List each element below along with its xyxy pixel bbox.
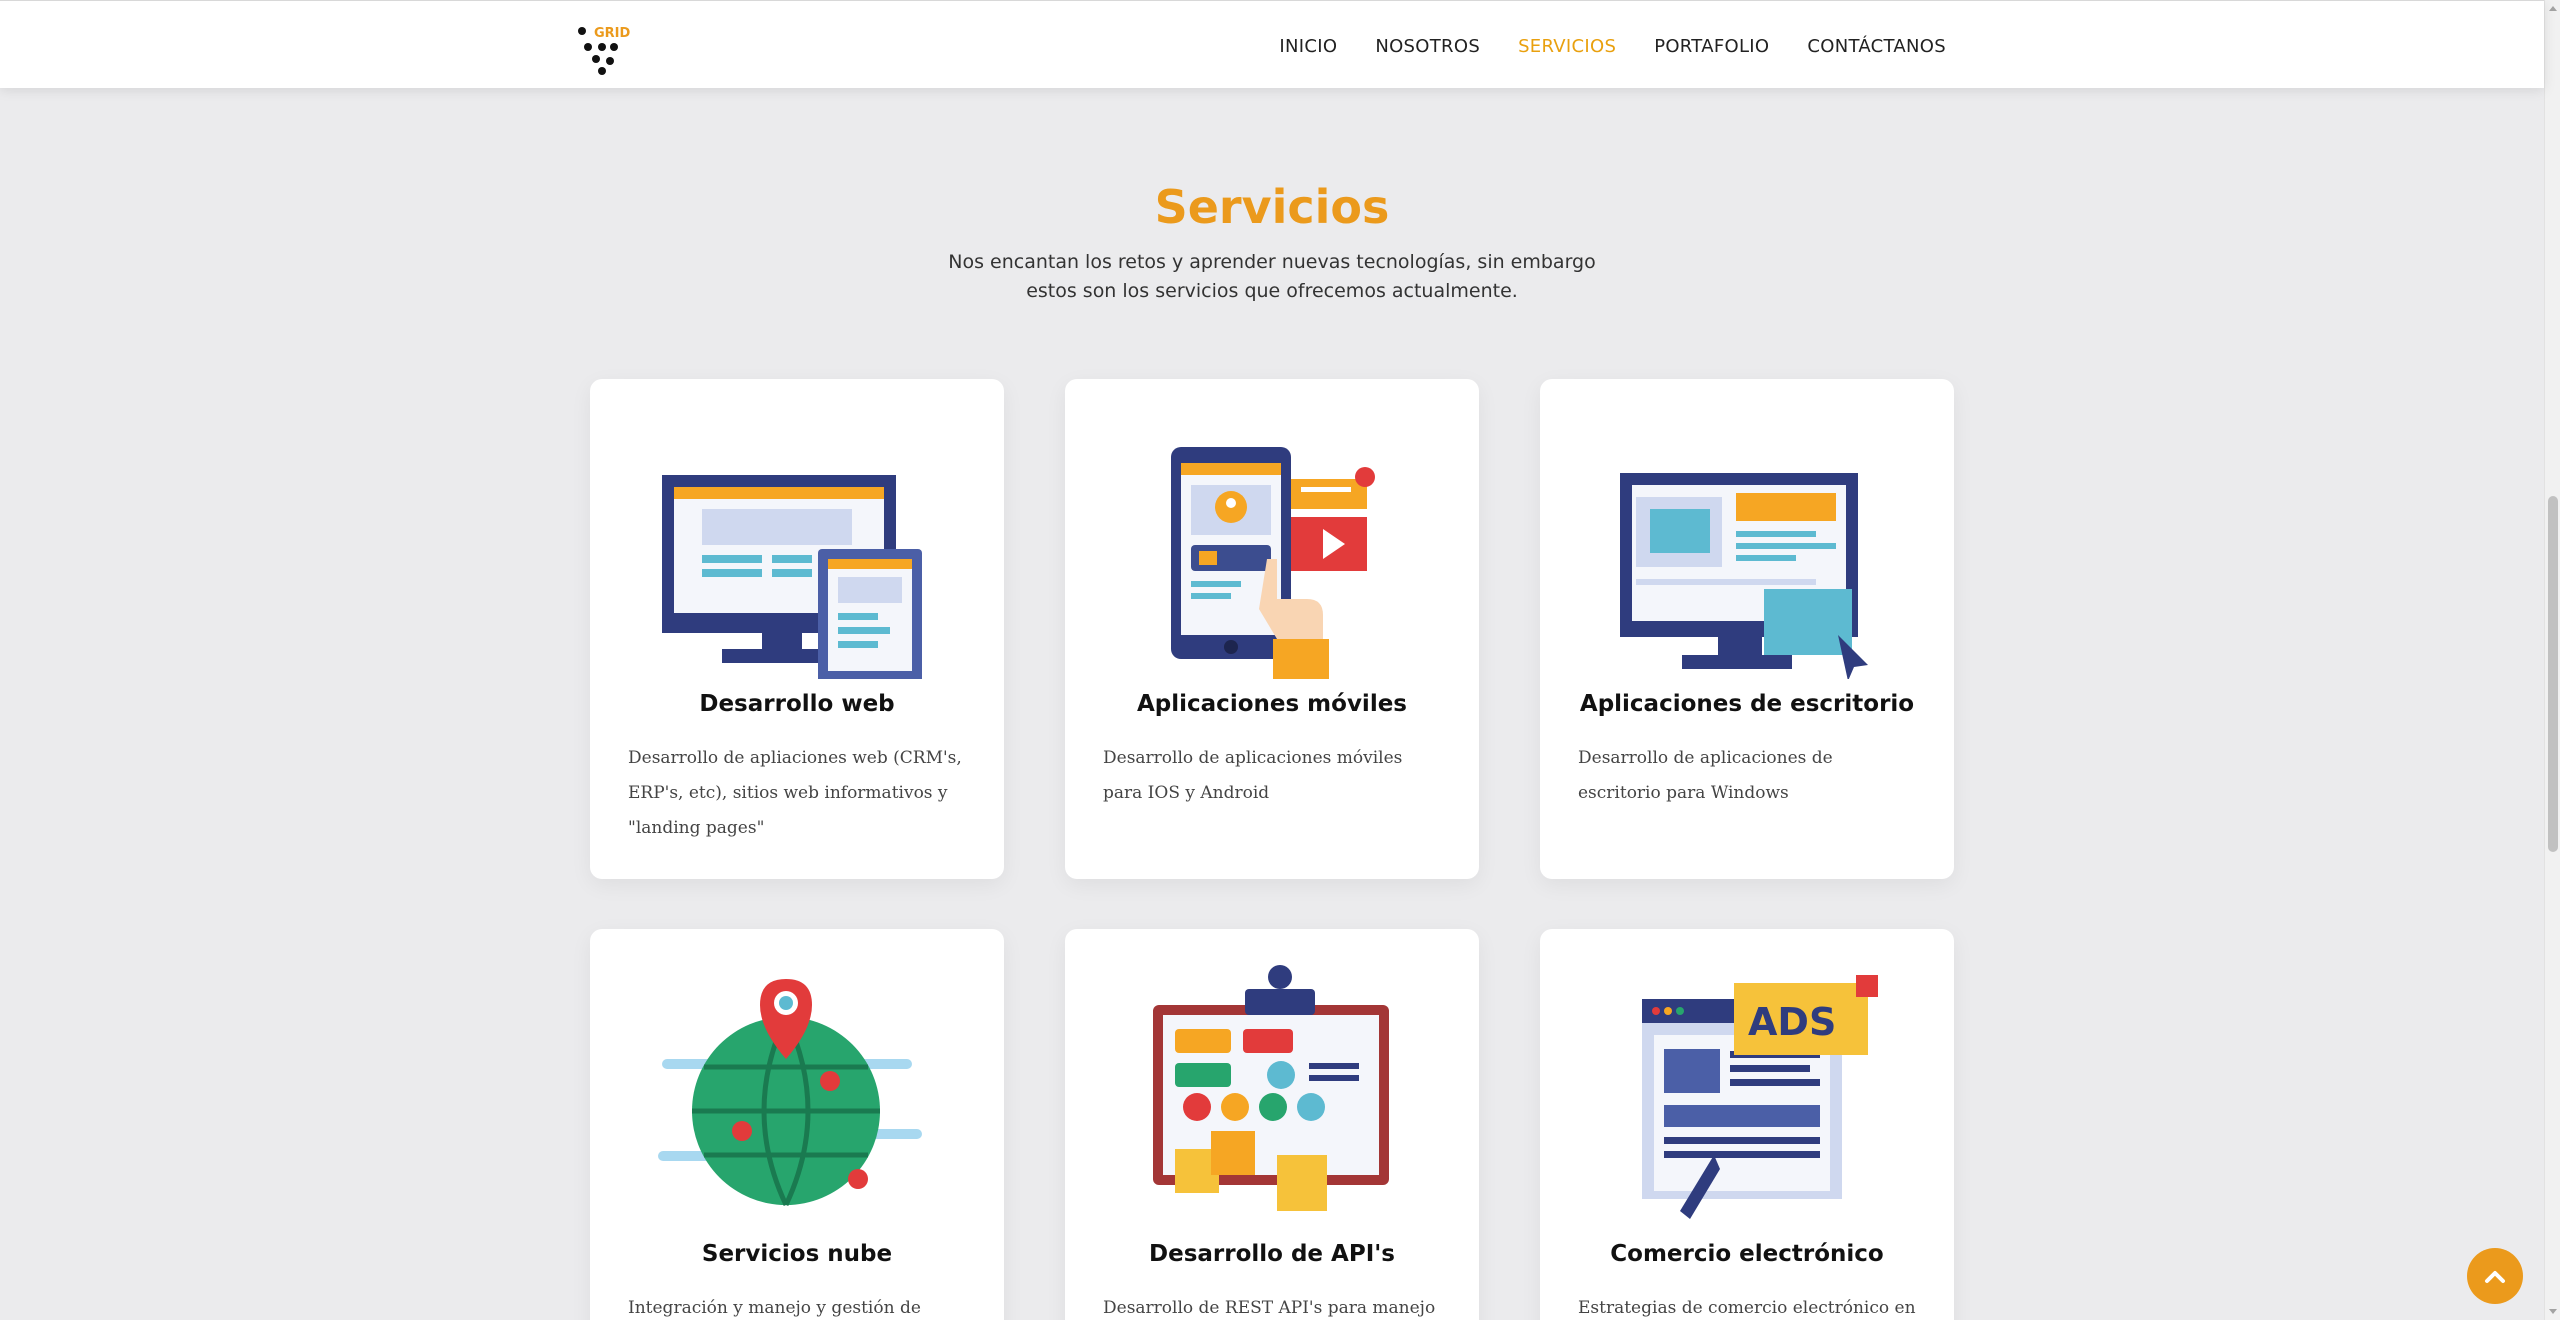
nav-portafolio[interactable]: PORTAFOLIO: [1654, 36, 1769, 57]
nav-contactanos[interactable]: CONTÁCTANOS: [1807, 36, 1946, 57]
card-title: Comercio electrónico: [1610, 1241, 1884, 1267]
api-development-illustration: [1153, 965, 1389, 1211]
logo-text: GRID: [594, 26, 631, 41]
card-description: Desarrollo de aplicaciones móviles para …: [1103, 748, 1403, 803]
service-card-mobile[interactable]: Aplicaciones móviles Desarrollo de aplic…: [1065, 379, 1479, 879]
card-description: Integración y manejo y gestión de servic…: [628, 1298, 921, 1318]
card-description: Desarrollo de aplicaciones de escritorio…: [1578, 748, 1833, 803]
service-card-cloud[interactable]: Servicios nube Integración y manejo y ge…: [590, 929, 1004, 1320]
desktop-apps-illustration: [1620, 473, 1868, 679]
service-card-desktop[interactable]: Aplicaciones de escritorio Desarrollo de…: [1540, 379, 1954, 879]
service-card-web[interactable]: Desarrollo web Desarrollo de apliaciones…: [590, 379, 1004, 879]
nav-inicio[interactable]: INICIO: [1279, 36, 1337, 57]
svg-text:ADS: ADS: [1748, 1000, 1836, 1044]
scroll-up-arrow-icon[interactable]: [2549, 6, 2557, 11]
section-title: Servicios: [1154, 180, 1390, 234]
nav-nosotros[interactable]: NOSOTROS: [1375, 36, 1480, 57]
cloud-services-illustration: [658, 979, 922, 1207]
section-subtitle: Nos encantan los retos y aprender nuevas…: [948, 251, 1596, 302]
card-description: Desarrollo de apliaciones web (CRM's, ER…: [628, 748, 962, 838]
mobile-apps-illustration: [1171, 447, 1375, 679]
service-card-api[interactable]: Desarrollo de API's Desarrollo de REST A…: [1065, 929, 1479, 1320]
card-title: Desarrollo de API's: [1149, 1241, 1395, 1267]
chevron-up-icon: [2485, 1271, 2505, 1283]
scroll-down-arrow-icon[interactable]: [2549, 1309, 2557, 1314]
card-title: Desarrollo web: [699, 691, 895, 717]
card-description: Estrategias de comercio electrónico en l…: [1578, 1298, 1916, 1318]
scrollbar-thumb[interactable]: [2548, 496, 2558, 852]
card-title: Aplicaciones móviles: [1137, 691, 1407, 717]
service-card-ecommerce[interactable]: ADS Comercio electrónico Estrategias de …: [1540, 929, 1954, 1320]
card-description: Desarrollo de REST API's para manejo de: [1103, 1298, 1436, 1318]
nav-servicios[interactable]: SERVICIOS: [1518, 36, 1616, 57]
ecommerce-illustration: ADS: [1642, 975, 1878, 1219]
card-title: Aplicaciones de escritorio: [1579, 691, 1915, 717]
web-development-illustration: [662, 475, 922, 679]
top-navbar: GRID INICIO NOSOTROS SERVICIOS PORTAFOLI…: [0, 0, 2544, 88]
page-scrollbar[interactable]: [2544, 0, 2560, 1320]
card-title: Servicios nube: [701, 1241, 893, 1267]
main-nav: INICIO NOSOTROS SERVICIOS PORTAFOLIO CON…: [1279, 29, 1946, 63]
scroll-to-top-button[interactable]: [2467, 1248, 2523, 1304]
grid-logo[interactable]: GRID: [574, 21, 646, 77]
